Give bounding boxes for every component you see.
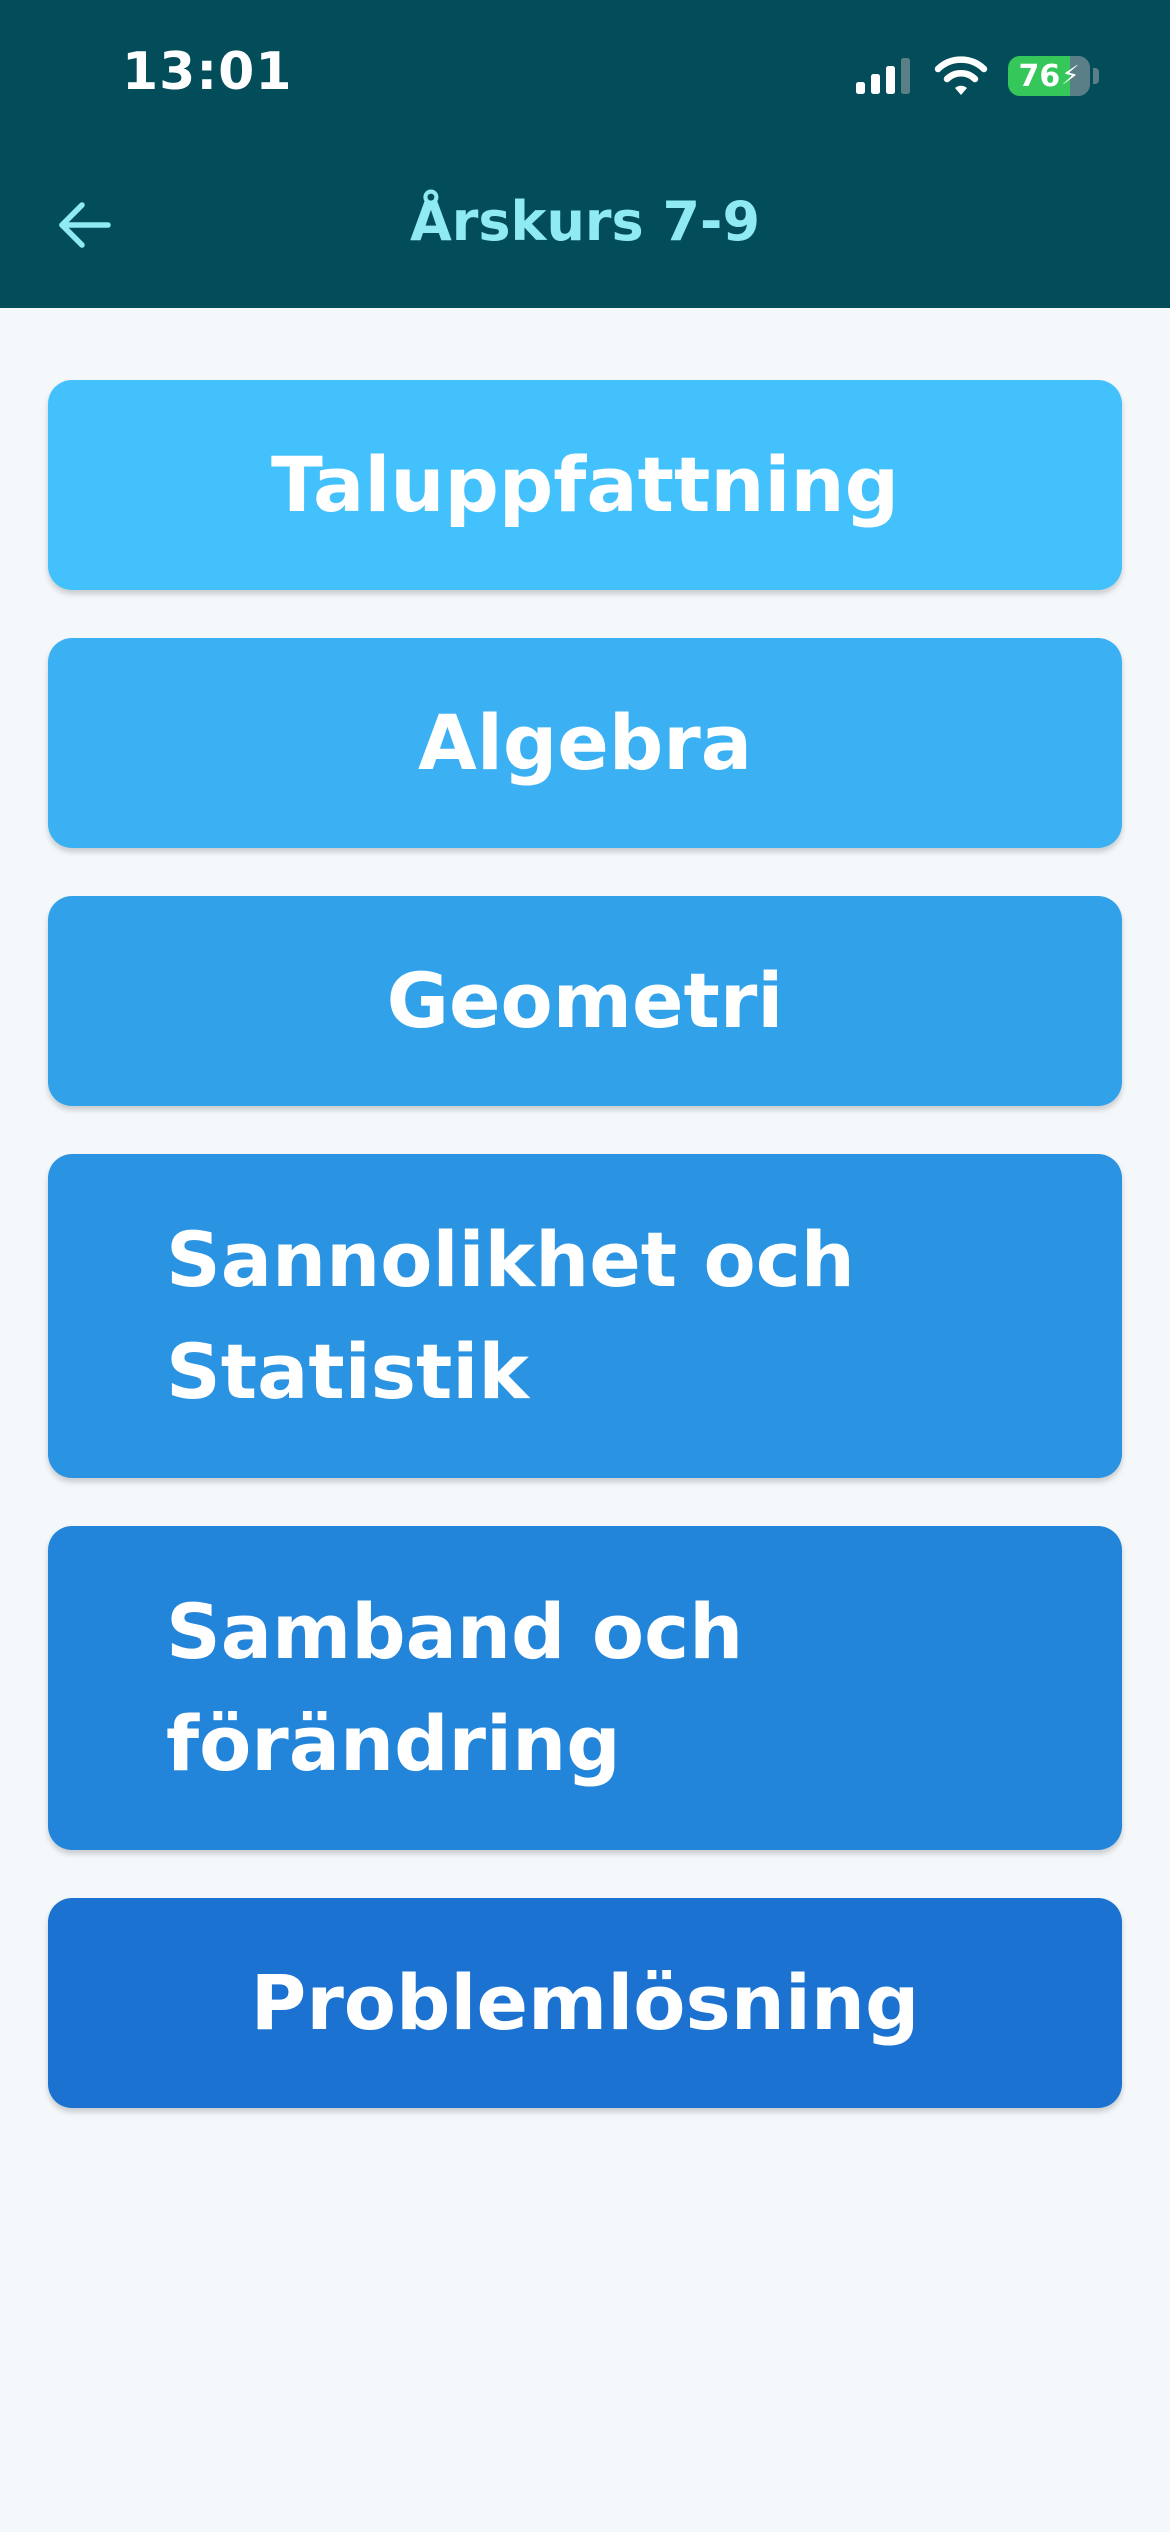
wifi-icon	[934, 56, 988, 95]
battery-level: 76	[1018, 58, 1061, 94]
signal-icon	[856, 58, 910, 94]
topic-label: Problemlösning	[250, 1958, 920, 2047]
topic-button-geometri[interactable]: Geometri	[48, 896, 1122, 1106]
battery-label: 76 ⚡	[1018, 59, 1079, 94]
topic-button-taluppfattning[interactable]: Taluppfattning	[48, 380, 1122, 590]
topic-label: Algebra	[418, 698, 752, 787]
topic-label: Samband och förändring	[166, 1587, 744, 1788]
page-title: Årskurs 7-9	[409, 190, 761, 253]
topic-list: Taluppfattning Algebra Geometri Sannolik…	[48, 380, 1122, 2156]
charging-bolt-icon: ⚡	[1061, 61, 1080, 91]
topic-button-algebra[interactable]: Algebra	[48, 638, 1122, 848]
topic-button-samband-och-forandring[interactable]: Samband och förändring	[48, 1526, 1122, 1850]
topic-label: Taluppfattning	[271, 440, 899, 529]
topic-button-sannolikhet-och-statistik[interactable]: Sannolikhet och Statistik	[48, 1154, 1122, 1478]
status-bar: 13:01 76 ⚡	[0, 0, 1170, 150]
status-time: 13:01	[122, 42, 293, 102]
topic-label: Geometri	[386, 956, 784, 1045]
app-header: 13:01 76 ⚡ Årskurs 7-9	[0, 0, 1170, 308]
battery-cap	[1093, 68, 1099, 84]
nav-bar: Årskurs 7-9	[0, 170, 1170, 280]
battery-icon: 76 ⚡	[1008, 56, 1090, 96]
topic-label: Sannolikhet och Statistik	[166, 1215, 855, 1416]
topic-button-problemlosning[interactable]: Problemlösning	[48, 1898, 1122, 2108]
